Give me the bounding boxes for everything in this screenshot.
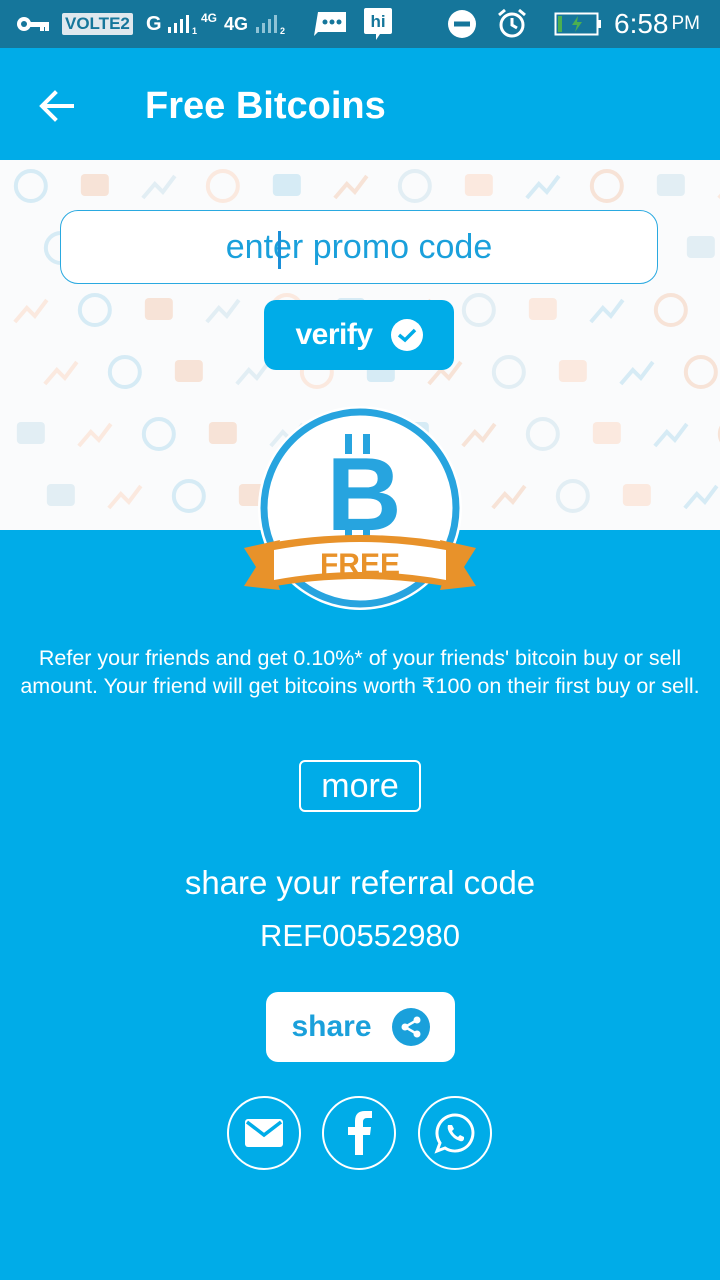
pattern-coin-shape [653,293,688,327]
pattern-chart-shape [141,174,177,200]
text-caret [278,231,281,269]
pattern-chart-shape [235,360,271,386]
volte-badge: VOLTE2 [62,13,133,35]
pattern-chart-shape [77,422,113,448]
pattern-coin-shape [205,169,240,203]
pattern-chart-shape [683,484,719,510]
page-title: Free Bitcoins [145,85,386,127]
promo-code-input[interactable] [61,226,657,268]
pattern-coin-shape [141,417,176,451]
pattern-card-shape [558,360,587,382]
pattern-coin-shape [397,169,432,203]
facebook-icon [348,1111,372,1155]
share-referral-heading: share your referral code [184,864,536,901]
battery-charging-icon [554,0,602,48]
hike-label: hi [370,12,385,31]
pattern-chart-shape [13,298,49,324]
pattern-card-shape [80,174,109,196]
pattern-coin-shape [77,293,112,327]
whatsapp-icon [434,1113,475,1154]
promo-code-field[interactable] [60,210,658,284]
pattern-card-shape [464,174,493,196]
back-button[interactable] [32,82,80,130]
pattern-card-shape [622,484,651,506]
svg-text:1: 1 [192,26,197,35]
pattern-chart-shape [205,298,241,324]
status-bar: VOLTE2 G 1 4G 4G 2 hi 6:58 PM [0,0,720,48]
pattern-card-shape [174,360,203,382]
referral-description: Refer your friends and get 0.10%* of you… [20,646,700,698]
pattern-chart-shape [491,484,527,510]
signal-icon: 1 [167,15,197,35]
pattern-coin-shape [13,169,48,203]
clock-time: 6:58 [614,8,669,39]
signal-icon-2: 2 [256,15,285,35]
pattern-coin-shape [461,293,496,327]
network-type-g: G [146,12,162,35]
share-icon [391,1008,430,1046]
facebook-share-button[interactable] [322,1096,396,1170]
pattern-card-shape [46,484,75,506]
do-not-disturb-icon [447,0,477,48]
network-type-4g-small: 4G [201,11,218,25]
pattern-card-shape [144,298,173,320]
pattern-coin-shape [555,479,590,513]
free-bitcoin-logo: B FREE [244,406,476,610]
clock-ampm: PM [671,13,701,34]
app-bar: Free Bitcoins [0,48,720,160]
pattern-card-shape [686,236,715,258]
pattern-card-shape [656,174,685,196]
hike-notification-icon: hi [364,8,392,40]
back-arrow-icon [39,90,74,122]
network-type-4g: 4G [224,13,249,34]
verify-button[interactable]: verify [264,300,454,370]
pattern-chart-shape [589,298,625,324]
pattern-chart-shape [107,484,143,510]
pattern-chart-shape [525,174,561,200]
alarm-icon [496,0,528,48]
verify-label: verify [295,318,373,351]
pattern-card-shape [272,174,301,196]
pattern-coin-shape [525,417,560,451]
share-button[interactable]: share [266,992,455,1062]
vpn-key-icon [16,0,50,48]
whatsapp-share-button[interactable] [418,1096,492,1170]
share-label: share [291,1010,372,1043]
pattern-chart-shape [653,422,689,448]
ribbon-free-text: FREE [320,548,400,581]
pattern-chart-shape [333,174,369,200]
pattern-card-shape [592,422,621,444]
pattern-coin-shape [171,479,206,513]
referral-code: REF00552980 [260,918,460,953]
pattern-chart-shape [619,360,655,386]
message-icon [312,0,348,48]
pattern-coin-shape [683,355,718,389]
pattern-card-shape [208,422,237,444]
pattern-chart-shape [43,360,79,386]
email-share-button[interactable] [227,1096,301,1170]
email-icon [245,1119,283,1147]
pattern-coin-shape [589,169,624,203]
pattern-card-shape [16,422,45,444]
pattern-card-shape [528,298,557,320]
more-button[interactable]: more [299,760,421,812]
svg-text:2: 2 [280,26,285,35]
check-icon [390,319,423,351]
pattern-coin-shape [491,355,526,389]
pattern-coin-shape [107,355,142,389]
